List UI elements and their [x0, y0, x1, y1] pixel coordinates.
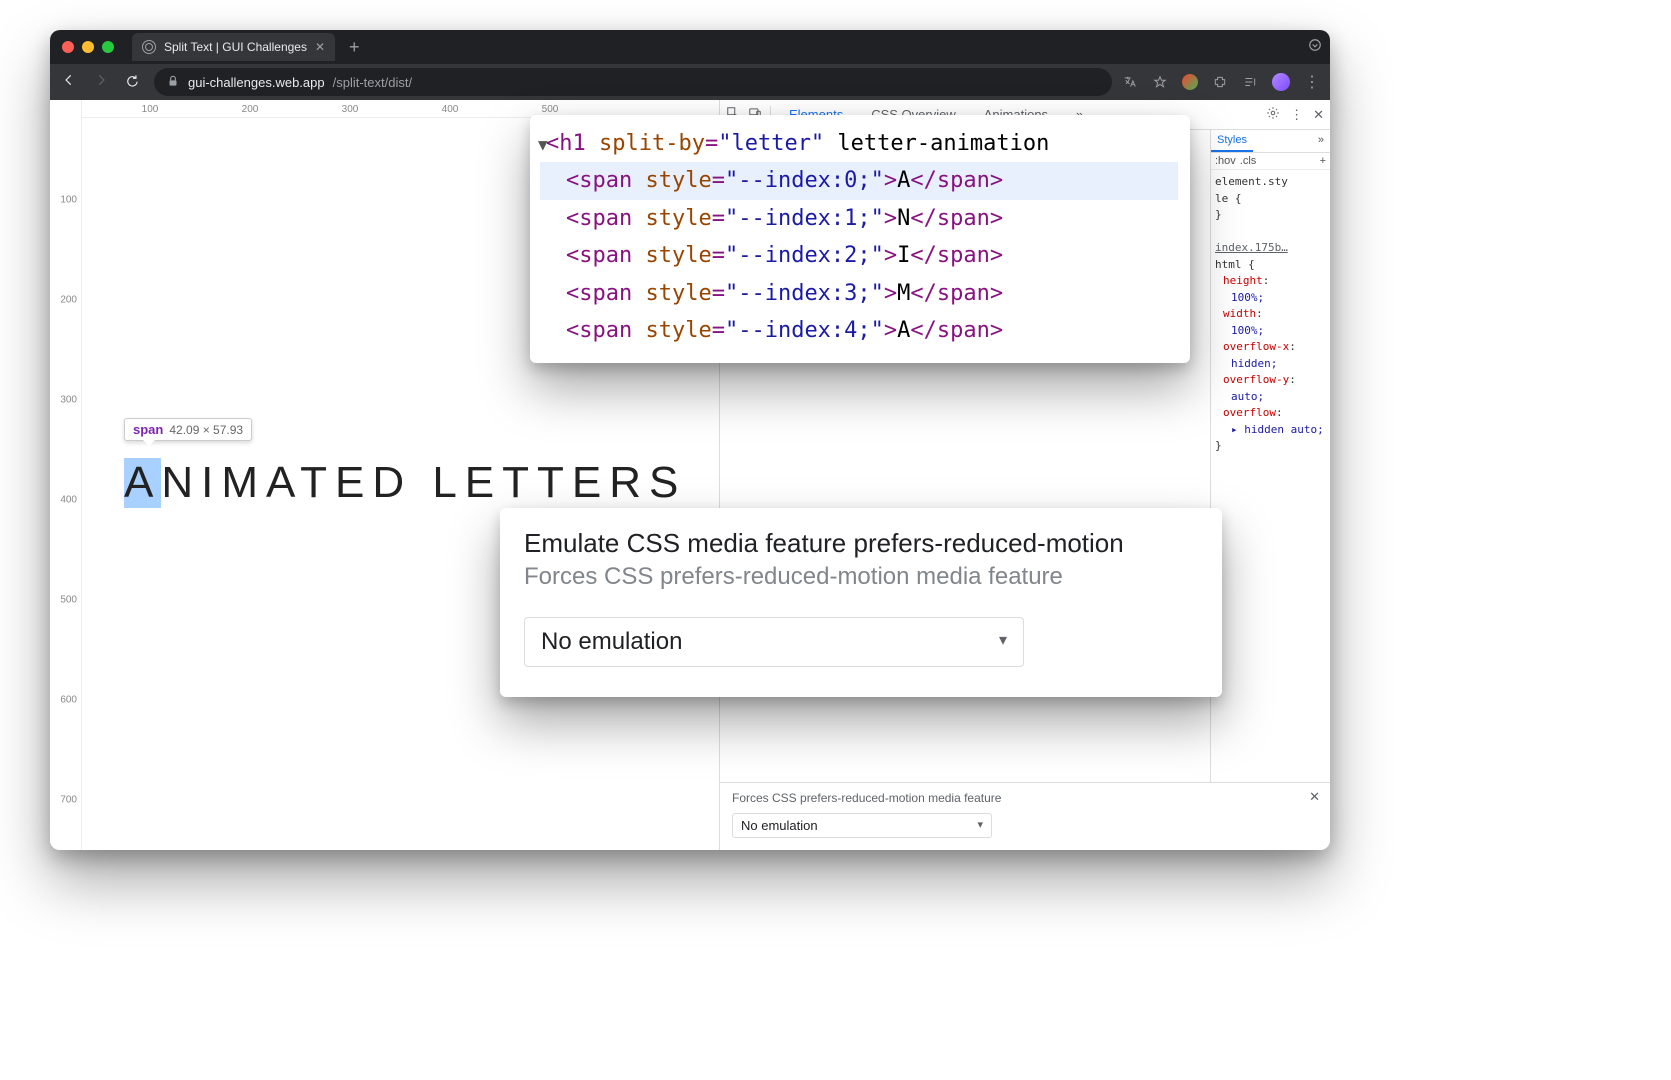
css-declaration[interactable]: overflow:▸ hidden auto;: [1215, 405, 1326, 438]
css-declaration[interactable]: height:100%;: [1215, 273, 1326, 306]
ruler-mark: 400: [60, 495, 77, 506]
extensions-icon[interactable]: [1212, 74, 1228, 90]
css-declaration[interactable]: width:100%;: [1215, 306, 1326, 339]
ruler-mark: 300: [342, 104, 359, 115]
tab-title: Split Text | GUI Challenges: [164, 40, 307, 54]
styles-body[interactable]: element.sty le { } index.175b… html { he…: [1211, 170, 1330, 459]
dom-row[interactable]: <span style="--index:3;">M</span>: [540, 275, 1178, 312]
overlay-subtitle: Forces CSS prefers-reduced-motion media …: [524, 563, 1198, 591]
prefers-zoom-overlay: Emulate CSS media feature prefers-reduce…: [500, 508, 1222, 697]
styles-tab[interactable]: Styles: [1211, 130, 1253, 152]
reading-list-icon[interactable]: [1242, 74, 1258, 90]
devtools-menu-icon[interactable]: ⋮: [1290, 107, 1303, 123]
inline-style-brace: le {: [1215, 192, 1242, 205]
styles-overflow[interactable]: »: [1312, 130, 1330, 152]
url-host: gui-challenges.web.app: [188, 75, 325, 90]
close-tab-button[interactable]: ✕: [315, 40, 325, 54]
ruler-mark: 100: [142, 104, 159, 115]
omnibox[interactable]: gui-challenges.web.app/split-text/dist/: [154, 68, 1112, 96]
new-rule-button[interactable]: +: [1320, 155, 1326, 167]
maximize-window-button[interactable]: [102, 41, 114, 53]
translate-icon[interactable]: [1122, 74, 1138, 90]
browser-tab[interactable]: Split Text | GUI Challenges ✕: [132, 33, 335, 61]
rendering-drawer: ✕ Forces CSS prefers-reduced-motion medi…: [720, 782, 1330, 850]
hov-toggle[interactable]: :hov: [1215, 155, 1236, 167]
profile-avatar[interactable]: [1272, 73, 1290, 91]
ruler-vertical: 100 200 300 400 500 600 700 800: [50, 100, 82, 850]
back-button[interactable]: [58, 73, 80, 92]
element-tooltip: span 42.09 × 57.93: [124, 418, 252, 441]
dom-row[interactable]: <span style="--index:2;">I</span>: [540, 237, 1178, 274]
lock-icon: [166, 74, 180, 91]
close-devtools-button[interactable]: ✕: [1313, 107, 1324, 123]
cls-toggle[interactable]: .cls: [1240, 155, 1257, 167]
toolbar-right: ⋮: [1122, 72, 1322, 92]
css-declaration[interactable]: overflow-x:hidden;: [1215, 339, 1326, 372]
close-drawer-button[interactable]: ✕: [1309, 789, 1320, 805]
stylesheet-link[interactable]: index.175b…: [1215, 241, 1288, 254]
settings-icon[interactable]: [1266, 106, 1280, 123]
dom-row[interactable]: ▼<h1 split-by="letter" letter-animation: [540, 125, 1178, 162]
reload-button[interactable]: [122, 73, 144, 92]
tooltip-dimensions: 42.09 × 57.93: [169, 423, 243, 437]
ruler-mark: 200: [242, 104, 259, 115]
ruler-mark: 100: [60, 195, 77, 206]
forward-button[interactable]: [90, 73, 112, 92]
css-declaration[interactable]: overflow-y:auto;: [1215, 372, 1326, 405]
dom-row[interactable]: <span style="--index:1;">N</span>: [540, 200, 1178, 237]
ruler-mark: 500: [542, 104, 559, 115]
ruler-mark: 600: [60, 695, 77, 706]
overlay-select[interactable]: No emulation: [524, 617, 1024, 667]
bookmark-icon[interactable]: [1152, 74, 1168, 90]
url-path: /split-text/dist/: [333, 75, 412, 90]
address-bar: gui-challenges.web.app/split-text/dist/ …: [50, 64, 1330, 100]
ruler-mark: 300: [60, 395, 77, 406]
window-controls: [58, 41, 114, 53]
ruler-mark: 200: [60, 295, 77, 306]
menu-button[interactable]: ⋮: [1304, 72, 1322, 92]
chevron-down-icon[interactable]: [1308, 38, 1322, 57]
dom-row[interactable]: <span style="--index:0;">A</span>: [540, 162, 1178, 199]
heading-rest: NIMATED LETTERS: [161, 458, 686, 507]
extension-icon[interactable]: [1182, 74, 1198, 90]
overlay-title: Emulate CSS media feature prefers-reduce…: [524, 528, 1198, 559]
ruler-mark: 700: [60, 795, 77, 806]
drawer-subtitle: Forces CSS prefers-reduced-motion media …: [732, 791, 1318, 805]
ruler-mark: 400: [442, 104, 459, 115]
minimize-window-button[interactable]: [82, 41, 94, 53]
inline-style-label: element.sty: [1215, 175, 1288, 188]
tooltip-tag: span: [133, 422, 163, 437]
favicon-icon: [142, 40, 156, 54]
styles-pane: Styles » :hov .cls + element.sty le { } …: [1210, 130, 1330, 782]
prefers-reduced-motion-select[interactable]: No emulation: [732, 813, 992, 838]
close-window-button[interactable]: [62, 41, 74, 53]
selector: html {: [1215, 258, 1255, 271]
ruler-mark: 500: [60, 595, 77, 606]
page-heading: ANIMATED LETTERS: [124, 458, 686, 508]
heading-letter-highlighted: A: [124, 458, 161, 508]
tab-bar: Split Text | GUI Challenges ✕ +: [50, 30, 1330, 64]
new-tab-button[interactable]: +: [343, 37, 366, 58]
dom-zoom-overlay: ▼<h1 split-by="letter" letter-animation<…: [530, 115, 1190, 363]
dom-row[interactable]: <span style="--index:4;">A</span>: [540, 312, 1178, 349]
